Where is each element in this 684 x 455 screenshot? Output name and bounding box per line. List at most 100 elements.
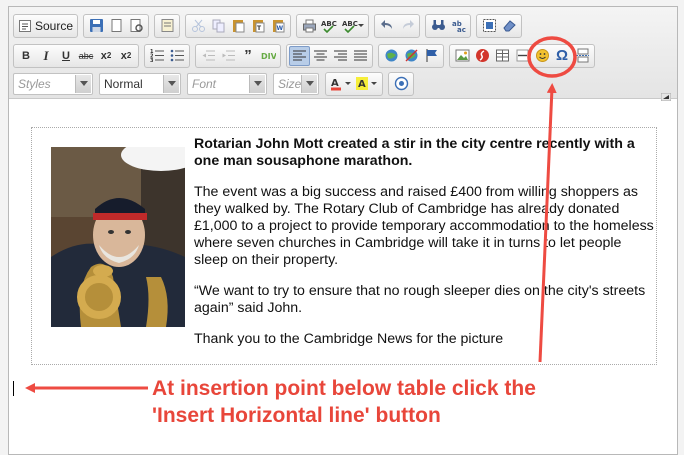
unlink-icon [404, 49, 418, 62]
new-page-button[interactable] [106, 16, 126, 36]
print-icon [302, 19, 316, 33]
styles-combo-label: Styles [18, 76, 51, 91]
article-paragraph-1: The event was a big success and raised £… [194, 184, 654, 268]
show-blocks-icon [394, 76, 408, 91]
size-combo[interactable]: Size [273, 72, 319, 95]
scayt-icon: ABC [342, 20, 365, 33]
table-button[interactable] [492, 46, 512, 66]
toolbar-group-file [83, 13, 150, 38]
styles-combo[interactable]: Styles [13, 72, 93, 95]
sousaphone-player-photo[interactable] [51, 147, 185, 327]
select-all-button[interactable] [479, 16, 499, 36]
align-right-button[interactable] [330, 46, 350, 66]
align-center-button[interactable] [310, 46, 330, 66]
italic-button[interactable]: I [36, 46, 56, 66]
photo-image [51, 147, 185, 327]
align-center-icon [313, 50, 327, 61]
background-color-icon: A [356, 77, 377, 90]
svg-text:3: 3 [150, 58, 154, 63]
print-button[interactable] [299, 16, 319, 36]
collapse-toolbar-button[interactable] [660, 88, 672, 102]
select-all-icon [482, 19, 496, 32]
numbered-list-button[interactable]: 123 [147, 46, 167, 66]
insertion-caret [13, 381, 14, 396]
unlink-button[interactable] [401, 46, 421, 66]
annotation-line-1: At insertion point below table click the [152, 377, 536, 400]
text-color-icon: A [331, 78, 351, 91]
article-lead: Rotarian John Mott created a stir in the… [194, 136, 635, 169]
div-container-button[interactable]: DIV [258, 46, 278, 66]
source-label: Source [35, 18, 74, 33]
bold-button[interactable]: B [16, 46, 36, 66]
replace-button[interactable]: ab ac [448, 16, 468, 36]
anchor-button[interactable] [421, 46, 441, 66]
outdent-button[interactable] [198, 46, 218, 66]
size-combo-label: Size [278, 76, 302, 91]
div-container-icon: DIV [261, 52, 276, 61]
redo-button[interactable] [397, 16, 417, 36]
show-blocks-button[interactable] [391, 74, 411, 94]
svg-text:A: A [331, 78, 339, 89]
smiley-button[interactable] [532, 46, 552, 66]
format-combo-label: Normal [104, 76, 143, 91]
horizontal-line-button[interactable] [512, 46, 532, 66]
find-button[interactable] [428, 16, 448, 36]
underline-button[interactable]: U [56, 46, 76, 66]
format-combo[interactable]: Normal [99, 72, 181, 95]
flash-button[interactable] [472, 46, 492, 66]
source-button[interactable]: Source [16, 16, 75, 36]
toolbar-group-tools [388, 71, 414, 96]
spellcheck-icon: ABC [321, 20, 337, 33]
blockquote-button[interactable]: ” [238, 46, 258, 66]
text-color-button[interactable]: A [328, 74, 354, 94]
outdent-icon [202, 50, 215, 61]
paste-button[interactable] [228, 16, 248, 36]
bulleted-list-button[interactable] [167, 46, 187, 66]
paste-text-icon: T [252, 20, 265, 33]
link-button[interactable] [381, 46, 401, 66]
save-button[interactable] [86, 16, 106, 36]
page-break-button[interactable] [572, 46, 592, 66]
paste-word-button[interactable]: W [268, 16, 288, 36]
paste-text-button[interactable]: T [248, 16, 268, 36]
toolbar-group-basicstyles: B I U abc x2 x2 [13, 43, 139, 68]
subscript-button[interactable]: x2 [96, 46, 116, 66]
content-table[interactable]: Rotarian John Mott created a stir in the… [31, 127, 657, 365]
align-left-button[interactable] [289, 45, 310, 66]
copy-button[interactable] [208, 16, 228, 36]
editor-toolbar: Source T W ABC ABC ab ac B I U abc x 2 x… [9, 7, 677, 102]
cut-icon [191, 19, 205, 32]
cut-button[interactable] [188, 16, 208, 36]
image-button[interactable] [452, 46, 472, 66]
special-char-button[interactable]: Ω [552, 46, 572, 66]
chevron-down-icon [163, 74, 179, 93]
justify-button[interactable] [350, 46, 370, 66]
superscript-button[interactable]: x2 [116, 46, 136, 66]
toolbar-group-find: ab ac [425, 13, 472, 38]
svg-text:ABC: ABC [342, 20, 358, 28]
article-text[interactable]: Rotarian John Mott created a stir in the… [194, 136, 654, 362]
indent-button[interactable] [218, 46, 238, 66]
link-icon [385, 49, 397, 62]
toolbar-group-templates [154, 13, 181, 38]
remove-format-button[interactable] [499, 16, 519, 36]
strike-button[interactable]: abc [76, 46, 96, 66]
toolbar-group-undo [374, 13, 421, 38]
scayt-button[interactable]: ABC [340, 16, 366, 36]
align-left-icon [293, 50, 306, 61]
paste-icon [232, 20, 245, 33]
spellcheck-button[interactable]: ABC [319, 16, 340, 36]
numbered-list-icon: 123 [150, 49, 164, 63]
svg-text:ac: ac [457, 26, 466, 33]
collapse-triangle-icon [660, 92, 672, 102]
toolbar-group-align [286, 43, 373, 68]
background-color-button[interactable]: A [354, 74, 380, 94]
undo-button[interactable] [377, 16, 397, 36]
save-icon [89, 19, 103, 32]
toolbar-group-select [476, 13, 523, 38]
preview-button[interactable] [126, 16, 146, 36]
font-combo[interactable]: Font [187, 72, 267, 95]
toolbar-group-colors: A A [325, 71, 383, 96]
templates-button[interactable] [157, 16, 177, 36]
replace-icon: abac [452, 20, 466, 33]
